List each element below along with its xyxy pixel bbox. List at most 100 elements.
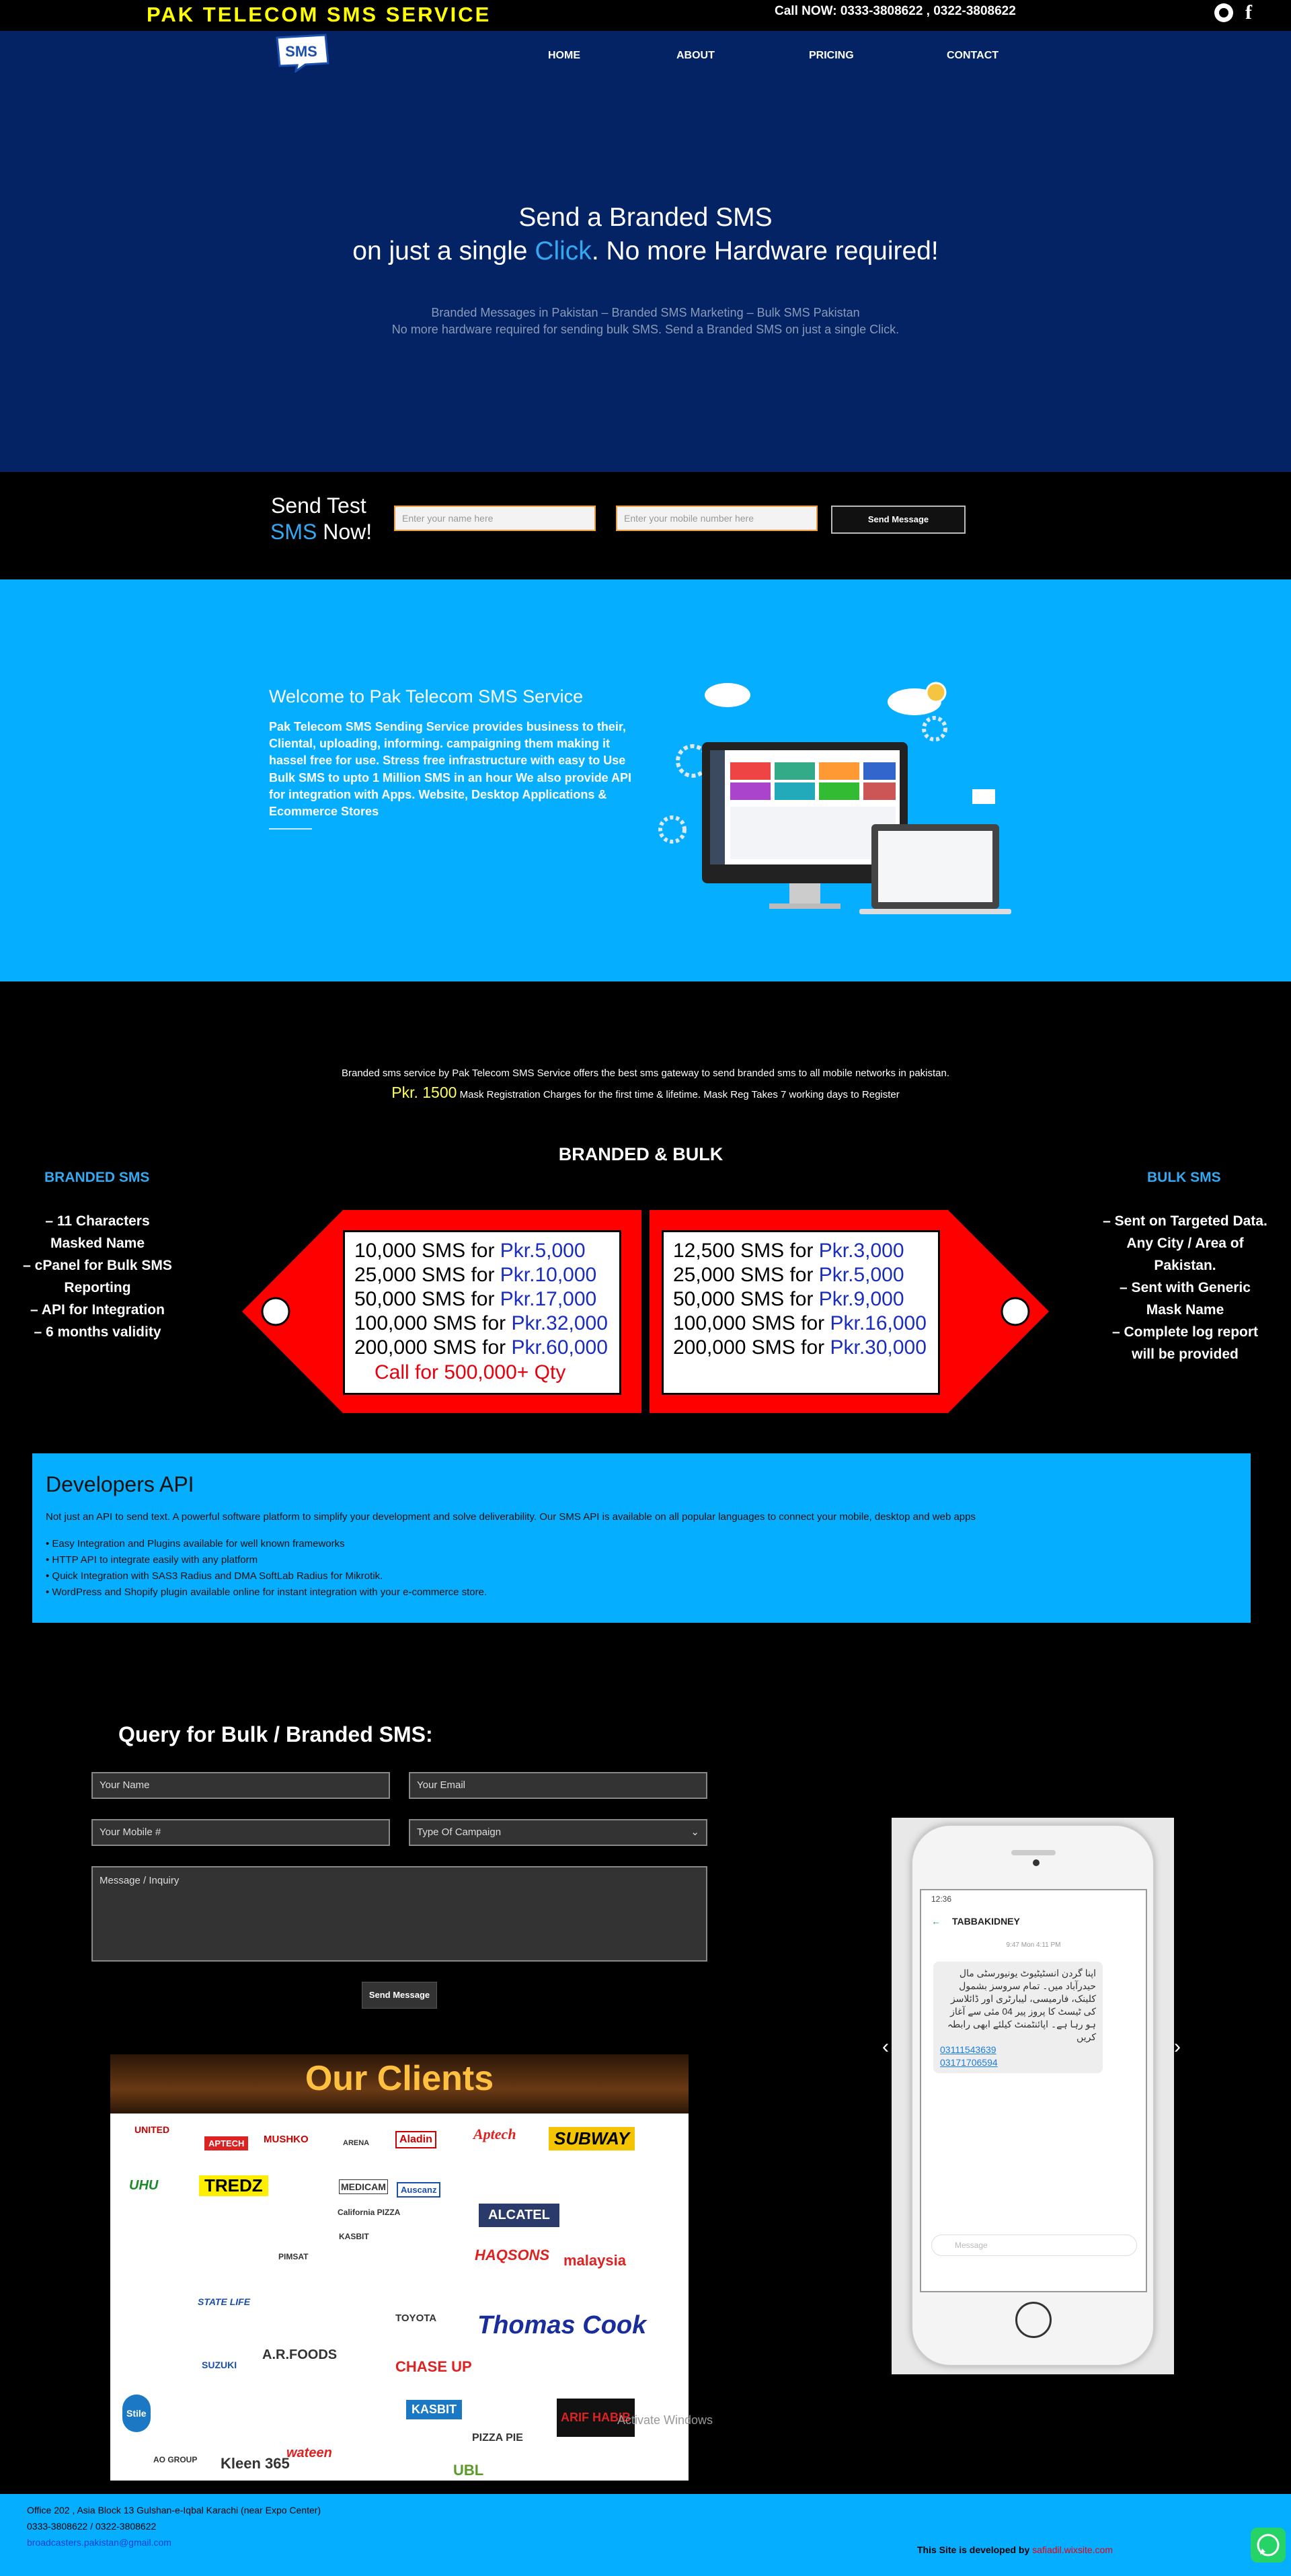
price-row: 12,500 SMS for Pkr.3,000: [673, 1240, 904, 1262]
price-row: 100,000 SMS for Pkr.32,000: [354, 1312, 608, 1334]
chevron-down-icon: ⌄: [691, 1826, 699, 1838]
nav-pricing[interactable]: PRICING: [809, 50, 854, 62]
query-mobile-input[interactable]: Your Mobile #: [91, 1819, 390, 1846]
tag-hole: [261, 1297, 290, 1326]
client-logo: Auscanz: [397, 2182, 441, 2198]
api-feature-item: • Easy Integration and Plugins available…: [46, 1538, 345, 1549]
pricing-heading: BRANDED & BULK: [558, 1144, 723, 1164]
nav-contact[interactable]: CONTACT: [947, 50, 999, 62]
phone-sms-bubble: اپنا گردن انسٹیٹیوٹ یونیورسٹی مال حیدرآب…: [933, 1962, 1103, 2073]
send-test-title-line2: SMS Now!: [270, 520, 373, 544]
feature-item: – Sent with Generic Mask Name: [1120, 1280, 1251, 1318]
feature-item: – Complete log report will be provided: [1111, 1324, 1259, 1362]
query-form-title: Query for Bulk / Branded SMS:: [118, 1722, 433, 1746]
slider-prev-icon[interactable]: ‹: [882, 2036, 889, 2058]
welcome-title: Welcome to Pak Telecom SMS Service: [269, 686, 584, 707]
client-logo: wateen: [286, 2446, 332, 2460]
footer-phones: 0333-3808622 / 0322-3808622: [27, 2521, 157, 2532]
client-logo: Stile: [122, 2394, 151, 2432]
price-row: 200,000 SMS for Pkr.60,000: [354, 1336, 608, 1359]
client-logo: UNITED: [134, 2124, 170, 2135]
client-logo: A.R.FOODS: [262, 2347, 338, 2362]
query-email-input[interactable]: Your Email: [409, 1772, 707, 1799]
client-logo: Thomas Cook: [477, 2311, 647, 2339]
client-logo: SUBWAY: [549, 2127, 635, 2150]
developers-api-description: Not just an API to send text. A powerful…: [46, 1511, 976, 1523]
client-logo: STATE LIFE: [198, 2296, 251, 2307]
clients-title: Our Clients: [305, 2059, 494, 2098]
call-now-text: Call NOW: 0333-3808622 , 0322-3808622: [775, 4, 1016, 18]
hero-subheadline: on just a single Click. No more Hardware…: [352, 237, 939, 266]
phone-status-time: 12:36: [931, 1894, 952, 1904]
slider-next-icon[interactable]: ›: [1174, 2036, 1181, 2058]
campaign-type-select[interactable]: Type Of Campaign ⌄: [409, 1819, 707, 1846]
bulk-sms-title: BULK SMS: [1147, 1170, 1221, 1185]
phone-contact-name: TABBAKIDNEY: [952, 1916, 1020, 1927]
branded-price-box: 10,000 SMS for Pkr.5,000 25,000 SMS for …: [343, 1230, 621, 1395]
client-logo: Aladin: [395, 2131, 436, 2148]
whatsapp-float-icon[interactable]: [1251, 2528, 1286, 2563]
client-logo: TREDZ: [199, 2175, 268, 2196]
test-name-input[interactable]: Enter your name here: [394, 506, 596, 531]
price-row: 100,000 SMS for Pkr.16,000: [673, 1312, 927, 1334]
client-logos: UNITED APTECH MUSHKO ARENA Aladin Aptech…: [110, 2114, 689, 2481]
phone-speaker: [1011, 1850, 1056, 1855]
feature-item: – Sent on Targeted Data. Any City / Area…: [1103, 1213, 1267, 1273]
client-logo: TOYOTA: [395, 2312, 437, 2324]
whatsapp-icon[interactable]: [1214, 3, 1233, 22]
sms-logo[interactable]: SMS: [272, 34, 331, 73]
nav-home[interactable]: HOME: [548, 50, 580, 62]
facebook-icon[interactable]: f: [1245, 1, 1252, 24]
price-row: 50,000 SMS for Pkr.9,000: [673, 1288, 904, 1310]
hero-tagline: Branded Messages in Pakistan – Branded S…: [431, 306, 860, 319]
query-send-button[interactable]: Send Message: [362, 1982, 437, 2009]
click-highlight: Click: [535, 237, 592, 266]
phone-number-link: 03111543639: [940, 2044, 996, 2055]
send-test-button[interactable]: Send Message: [831, 506, 966, 534]
query-name-input[interactable]: Your Name: [91, 1772, 390, 1799]
bulk-features: – Sent on Targeted Data. Any City / Area…: [1103, 1210, 1267, 1365]
client-logo: KASBIT: [406, 2400, 462, 2419]
price-row: 50,000 SMS for Pkr.17,000: [354, 1288, 597, 1310]
call-for-qty: Call for 500,000+ Qty: [375, 1361, 566, 1383]
feature-item: – 11 Characters Masked Name: [45, 1213, 150, 1251]
phone-number-link: 03171706594: [940, 2057, 998, 2068]
client-logo: UBL: [453, 2462, 484, 2479]
client-logo: Kleen 365: [221, 2455, 290, 2472]
developer-link[interactable]: safiadil.wixsite.com: [1032, 2544, 1113, 2555]
footer-address: Office 202 , Asia Block 13 Gulshan-e-Iqb…: [27, 2505, 321, 2515]
hero-headline: Send a Branded SMS: [518, 203, 773, 232]
client-logo: AO GROUP: [153, 2455, 198, 2464]
test-mobile-input[interactable]: Enter your mobile number here: [616, 506, 818, 531]
hero-description: No more hardware required for sending bu…: [391, 323, 900, 336]
query-message-textarea[interactable]: Message / Inquiry: [91, 1866, 707, 1962]
phone-message-date: 9:47 Mon 4:11 PM: [1006, 1941, 1061, 1949]
client-logo: PIZZA PIE: [472, 2432, 523, 2444]
developer-credit: This Site is developed by safiadil.wixsi…: [917, 2544, 1113, 2555]
mask-charges: Pkr. 1500 Mask Registration Charges for …: [391, 1084, 900, 1101]
client-logo: MEDICAM: [339, 2179, 388, 2194]
phone-home-button: [1015, 2302, 1052, 2338]
client-logo: ALCATEL: [479, 2204, 559, 2227]
price-row: 200,000 SMS for Pkr.30,000: [673, 1336, 927, 1359]
computer-illustration: [658, 682, 1011, 914]
pricing-description: Branded sms service by Pak Telecom SMS S…: [341, 1068, 950, 1079]
back-arrow-icon: ←: [931, 1916, 941, 1927]
client-logo: UHU: [129, 2178, 159, 2193]
nav-about[interactable]: ABOUT: [676, 50, 715, 62]
client-logo: HAQSONS: [475, 2247, 550, 2263]
client-logo: California PIZZA: [338, 2208, 401, 2217]
client-logo: SUZUKI: [202, 2360, 237, 2370]
client-logo: PIMSAT: [278, 2252, 309, 2261]
client-logo: Aptech: [473, 2126, 516, 2142]
client-logo: APTECH: [204, 2136, 249, 2150]
client-logo: malaysia: [563, 2252, 626, 2269]
price-row: 25,000 SMS for Pkr.5,000: [673, 1264, 904, 1286]
footer-email-link[interactable]: broadcasters.pakistan@gmail.com: [27, 2537, 171, 2548]
feature-item: – cPanel for Bulk SMS Reporting: [23, 1258, 172, 1295]
api-feature-item: • WordPress and Shopify plugin available…: [46, 1586, 487, 1598]
welcome-divider: [269, 828, 312, 830]
price-row: 10,000 SMS for Pkr.5,000: [354, 1240, 586, 1262]
branded-sms-title: BRANDED SMS: [44, 1170, 150, 1185]
developers-api-title: Developers API: [46, 1472, 194, 1496]
